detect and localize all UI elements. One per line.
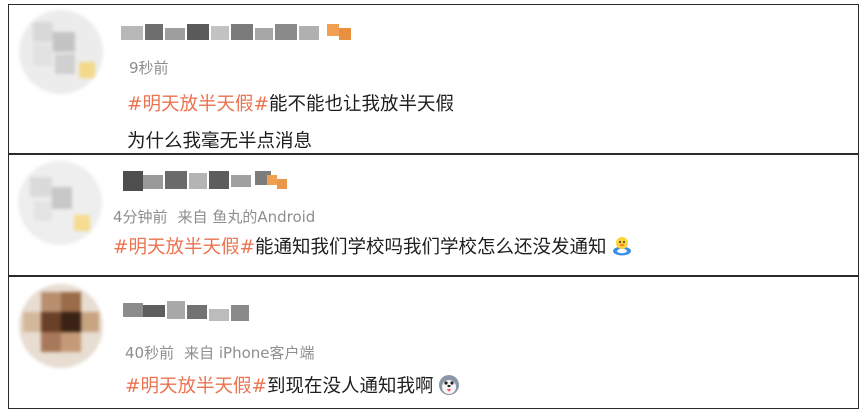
topic-link[interactable]: #明天放半天假# xyxy=(113,237,255,258)
husky-tongue-emoji xyxy=(438,374,460,396)
timestamp: 9秒前 xyxy=(129,59,169,77)
comment-body: 能通知我们学校吗我们学校怎么还没发通知 xyxy=(255,237,607,258)
comment-card: 40秒前 来自 iPhone客户端 #明天放半天假#到现在没人通知我啊 xyxy=(8,276,859,409)
comment-body: 为什么我毫无半点消息 xyxy=(127,131,313,152)
username-pixelated[interactable] xyxy=(113,169,353,193)
username-pixelated[interactable] xyxy=(121,22,361,46)
comment-meta: 40秒前 来自 iPhone客户端 xyxy=(125,342,315,363)
avatar[interactable] xyxy=(18,161,102,245)
source-label[interactable]: 来自 鱼丸的Android xyxy=(178,208,316,226)
comment-text: #明天放半天假#能通知我们学校吗我们学校怎么还没发通知 xyxy=(113,233,633,259)
comment-text: #明天放半天假#到现在没人通知我啊 xyxy=(125,372,460,398)
source-label[interactable]: 来自 iPhone客户端 xyxy=(184,344,314,362)
username-pixelated[interactable] xyxy=(123,299,363,323)
timestamp: 4分钟前 xyxy=(113,208,168,226)
timestamp: 40秒前 xyxy=(125,344,175,362)
comment-body: 到现在没人通知我啊 xyxy=(267,376,434,397)
comment-meta: 9秒前 xyxy=(129,57,169,78)
comment-meta: 4分钟前 来自 鱼丸的Android xyxy=(113,206,315,227)
comment-card: 4分钟前 来自 鱼丸的Android #明天放半天假#能通知我们学校吗我们学校怎么… xyxy=(8,154,859,276)
comment-text: #明天放半天假#能不能也让我放半天假 xyxy=(127,90,454,116)
avatar[interactable] xyxy=(19,284,103,368)
avatar[interactable] xyxy=(19,10,103,94)
topic-link[interactable]: #明天放半天假# xyxy=(127,94,269,115)
comment-text-line-2: 为什么我毫无半点消息 xyxy=(127,127,312,153)
comment-body: 能不能也让我放半天假 xyxy=(269,94,455,115)
duck-swim-ring-emoji xyxy=(611,235,633,257)
comment-card: 9秒前 #明天放半天假#能不能也让我放半天假 为什么我毫无半点消息 xyxy=(8,4,859,154)
topic-link[interactable]: #明天放半天假# xyxy=(125,376,267,397)
